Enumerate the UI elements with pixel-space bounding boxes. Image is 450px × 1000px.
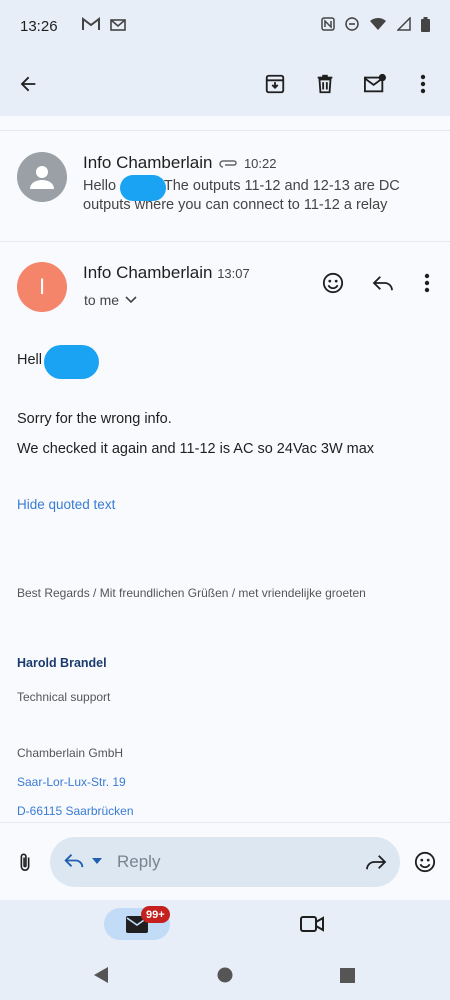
more-vert-icon — [420, 74, 426, 94]
signature-name: Harold Brandel — [17, 656, 107, 670]
redaction-mark — [44, 345, 99, 379]
greeting: Hell — [17, 352, 42, 368]
attach-button[interactable] — [7, 844, 43, 880]
forward-icon — [366, 855, 387, 870]
message-time: 13:07 — [217, 266, 250, 281]
status-bar: 13:26 — [0, 0, 450, 52]
recipient-toggle[interactable]: to me — [84, 292, 137, 308]
closing-line: Best Regards / Mit freundlichen Grüßen /… — [17, 586, 366, 600]
message-time: 10:22 — [243, 156, 277, 171]
circle-home-icon — [217, 967, 233, 983]
nfc-icon — [321, 17, 335, 35]
status-time: 13:26 — [20, 17, 58, 35]
more-vert-icon — [424, 273, 430, 293]
archive-icon — [265, 74, 285, 94]
mail-notification-icon — [109, 18, 126, 35]
message-more-button[interactable] — [409, 265, 445, 301]
reply-button[interactable] — [365, 265, 401, 301]
system-home-button[interactable] — [207, 957, 243, 993]
address-city-link[interactable]: D-66115 Saarbrücken — [17, 804, 134, 818]
emoji-icon — [322, 272, 344, 294]
wifi-icon — [369, 17, 387, 35]
battery-icon — [421, 16, 430, 36]
reply-mode-toggle[interactable] — [64, 852, 102, 869]
body-line: Sorry for the wrong info. — [17, 411, 172, 427]
sender-name: Info Chamberlain — [83, 153, 213, 172]
reply-input[interactable] — [50, 837, 400, 887]
square-recents-icon — [339, 967, 355, 983]
snippet-greeting: Hello — [83, 178, 117, 194]
hide-quoted-text-link[interactable]: Hide quoted text — [17, 497, 115, 512]
chevron-down-icon — [125, 296, 137, 304]
mark-unread-button[interactable] — [357, 66, 393, 102]
triangle-back-icon — [94, 967, 108, 983]
emoji-button[interactable] — [407, 844, 443, 880]
dnd-icon — [345, 17, 359, 35]
signature-role: Technical support — [17, 690, 111, 704]
unread-badge: 99+ — [141, 906, 170, 923]
attachment-icon — [219, 154, 239, 174]
redaction-mark — [120, 175, 166, 201]
emoji-icon — [414, 851, 436, 873]
avatar — [17, 152, 67, 202]
avatar-initial: I — [38, 274, 46, 299]
add-reaction-button[interactable] — [315, 265, 351, 301]
address-street-link[interactable]: Saar-Lor-Lux-Str. 19 — [17, 775, 126, 789]
avatar: I — [17, 262, 67, 312]
nav-meet-tab[interactable] — [294, 906, 330, 942]
bottom-nav — [0, 900, 450, 950]
gmail-notification-icon — [81, 17, 100, 35]
trash-icon — [317, 74, 333, 94]
forward-button[interactable] — [358, 844, 394, 880]
reply-placeholder: Reply — [117, 852, 161, 871]
more-options-button[interactable] — [405, 66, 441, 102]
dropdown-arrow-icon — [92, 857, 102, 864]
recipient-label: to me — [84, 292, 120, 308]
top-toolbar — [0, 52, 450, 116]
system-back-button[interactable] — [83, 957, 119, 993]
reply-icon — [64, 854, 84, 868]
signal-icon — [396, 16, 411, 35]
sender-name: Info Chamberlain — [83, 263, 213, 282]
system-recents-button[interactable] — [329, 957, 365, 993]
delete-button[interactable] — [307, 66, 343, 102]
body-line: We checked it again and 11-12 is AC so 2… — [17, 441, 375, 457]
mark-unread-icon — [364, 73, 386, 93]
person-icon — [30, 166, 54, 189]
archive-button[interactable] — [257, 66, 293, 102]
arrow-back-icon — [20, 76, 36, 92]
signature-company: Chamberlain GmbH — [17, 746, 124, 760]
reply-icon — [372, 276, 393, 291]
back-button[interactable] — [10, 66, 46, 102]
paperclip-icon — [20, 853, 30, 871]
video-camera-icon — [300, 916, 324, 932]
